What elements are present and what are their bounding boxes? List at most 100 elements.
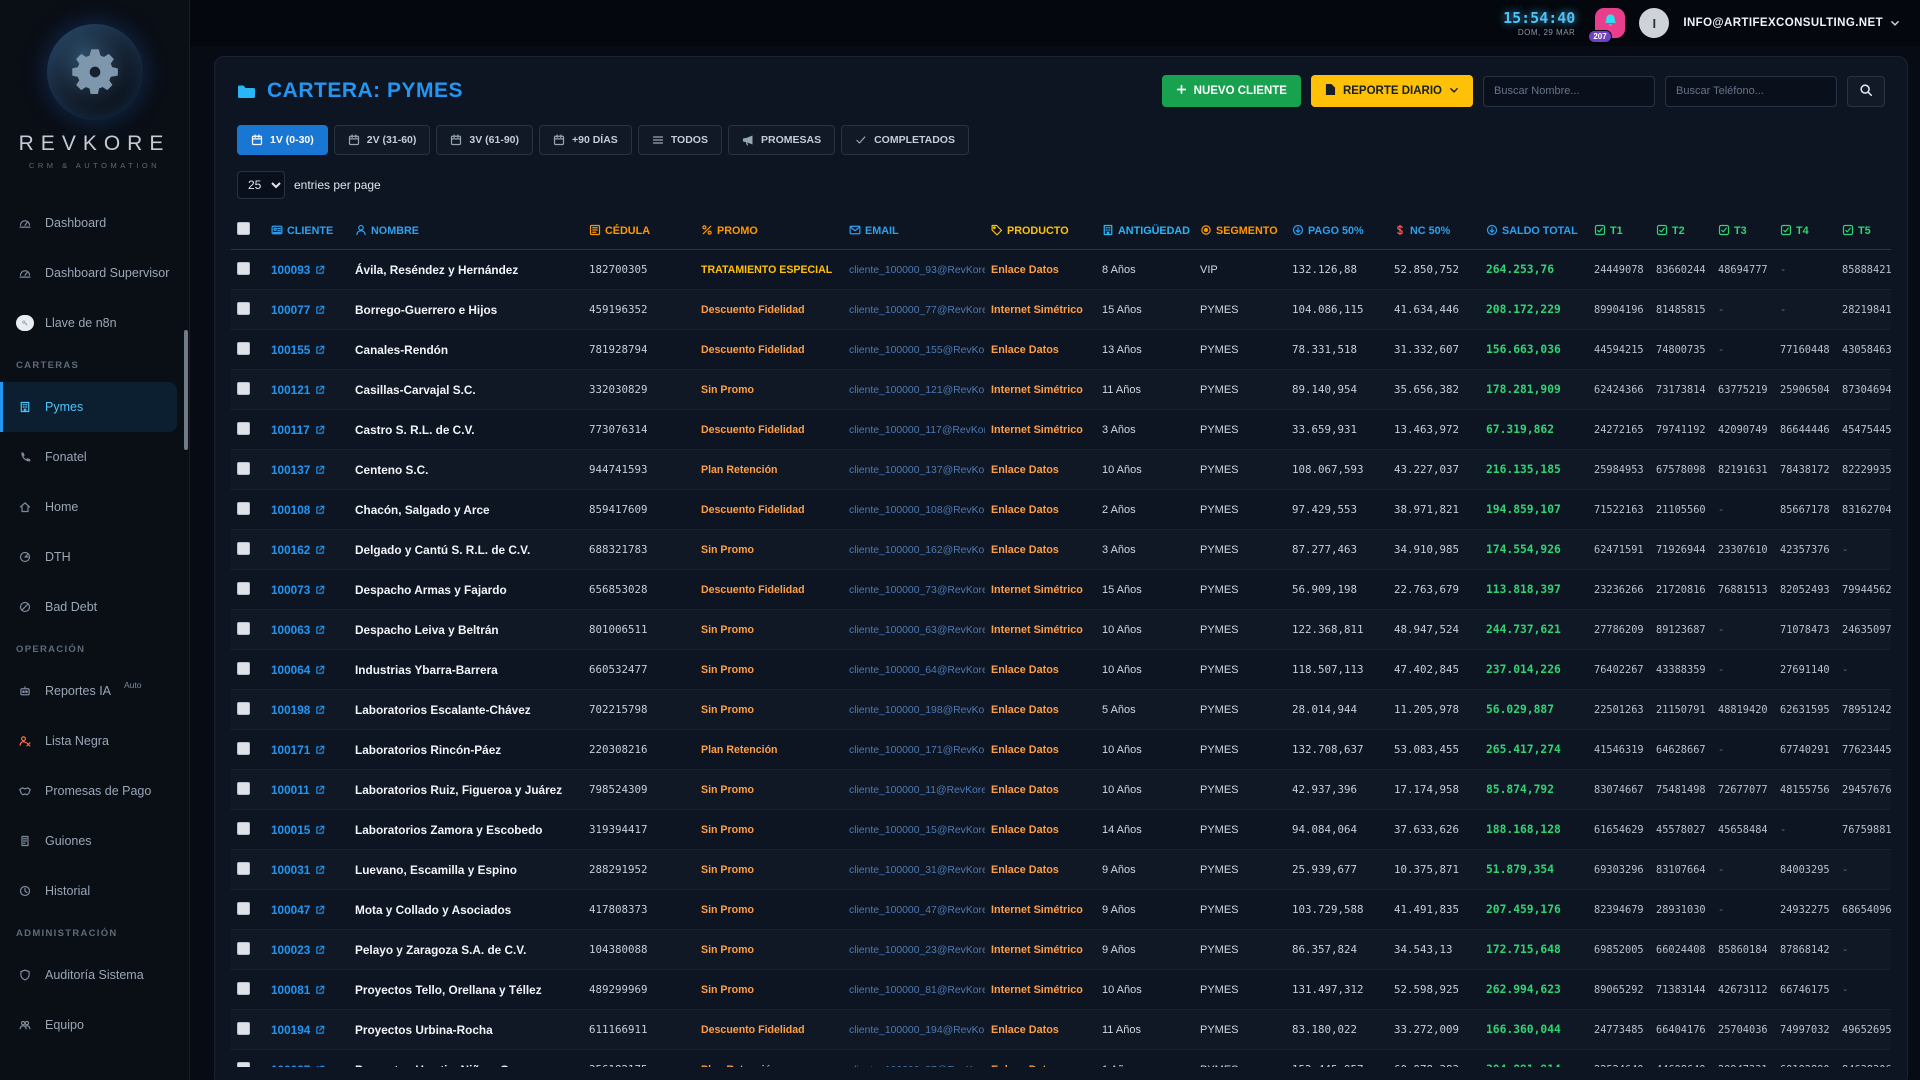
sidebar-item-lista-negra[interactable]: Lista Negra xyxy=(0,716,189,766)
table-row[interactable]: 100011 Laboratorios Ruiz, Figueroa y Juá… xyxy=(231,770,1891,810)
client-id-link[interactable]: 100087 xyxy=(271,1063,343,1068)
client-email-link[interactable]: cliente_100000_64@RevKore... xyxy=(849,665,985,676)
client-email-link[interactable]: cliente_100000_194@RevKor... xyxy=(849,1025,985,1036)
table-row[interactable]: 100077 Borrego-Guerrero e Hijos 45919635… xyxy=(231,290,1891,330)
sidebar-scrollbar[interactable] xyxy=(184,330,188,450)
client-email-link[interactable]: cliente_100000_77@RevKore... xyxy=(849,305,985,316)
client-id-link[interactable]: 100194 xyxy=(271,1023,343,1037)
table-row[interactable]: 100108 Chacón, Salgado y Arce 859417609 … xyxy=(231,490,1891,530)
tab-3v-61-90-[interactable]: 3V (61-90) xyxy=(436,125,533,155)
row-checkbox[interactable] xyxy=(237,822,250,835)
sidebar-item-pymes[interactable]: Pymes xyxy=(0,382,177,432)
row-checkbox[interactable] xyxy=(237,742,250,755)
tab-1v-0-30-[interactable]: 1V (0-30) xyxy=(237,125,328,155)
sidebar-item-promesas-de-pago[interactable]: Promesas de Pago xyxy=(0,766,189,816)
client-id-link[interactable]: 100011 xyxy=(271,783,343,797)
client-email-link[interactable]: cliente_100000_121@RevKor... xyxy=(849,385,985,396)
client-id-link[interactable]: 100093 xyxy=(271,263,343,277)
client-email-link[interactable]: cliente_100000_47@RevKore... xyxy=(849,905,985,916)
row-checkbox[interactable] xyxy=(237,622,250,635)
tab-promesas[interactable]: PROMESAS xyxy=(728,125,835,155)
client-email-link[interactable]: cliente_100000_108@RevKor... xyxy=(849,505,985,516)
tab-2v-31-60-[interactable]: 2V (31-60) xyxy=(334,125,431,155)
client-email-link[interactable]: cliente_100000_162@RevKor... xyxy=(849,545,985,556)
client-email-link[interactable]: cliente_100000_198@RevKor... xyxy=(849,705,985,716)
client-email-link[interactable]: cliente_100000_137@RevKor... xyxy=(849,465,985,476)
tab--90-d-as[interactable]: +90 DÍAS xyxy=(539,125,632,155)
client-email-link[interactable]: cliente_100000_171@RevKor... xyxy=(849,745,985,756)
table-row[interactable]: 100073 Despacho Armas y Fajardo 65685302… xyxy=(231,570,1891,610)
table-row[interactable]: 100031 Luevano, Escamilla y Espino 28829… xyxy=(231,850,1891,890)
table-row[interactable]: 100063 Despacho Leiva y Beltrán 80100651… xyxy=(231,610,1891,650)
tab-todos[interactable]: TODOS xyxy=(638,125,722,155)
row-checkbox[interactable] xyxy=(237,502,250,515)
sidebar-item-bad-debt[interactable]: Bad Debt xyxy=(0,582,189,632)
client-email-link[interactable]: cliente_100000_15@RevKore... xyxy=(849,825,985,836)
table-row[interactable]: 100023 Pelayo y Zaragoza S.A. de C.V. 10… xyxy=(231,930,1891,970)
column-header-antiguedad[interactable]: ANTIGÜEDAD xyxy=(1096,211,1194,250)
client-id-link[interactable]: 100081 xyxy=(271,983,343,997)
table-row[interactable]: 100121 Casillas-Carvajal S.C. 332030829 … xyxy=(231,370,1891,410)
client-email-link[interactable]: cliente_100000_73@RevKore... xyxy=(849,585,985,596)
sidebar-item-fonatel[interactable]: Fonatel xyxy=(0,432,189,482)
table-row[interactable]: 100162 Delgado y Cantú S. R.L. de C.V. 6… xyxy=(231,530,1891,570)
column-header-t4[interactable]: T4 xyxy=(1774,211,1836,250)
row-checkbox[interactable] xyxy=(237,342,250,355)
sidebar-item-auditor-a-sistema[interactable]: Auditoría Sistema xyxy=(0,950,189,1000)
table-row[interactable]: 100081 Proyectos Tello, Orellana y Télle… xyxy=(231,970,1891,1010)
row-checkbox[interactable] xyxy=(237,422,250,435)
column-header-email[interactable]: EMAIL xyxy=(843,211,985,250)
column-header-nombre[interactable]: NOMBRE xyxy=(349,211,583,250)
column-header-nc[interactable]: NC 50% xyxy=(1388,211,1480,250)
client-id-link[interactable]: 100031 xyxy=(271,863,343,877)
table-row[interactable]: 100194 Proyectos Urbina-Rocha 611166911 … xyxy=(231,1010,1891,1050)
client-id-link[interactable]: 100015 xyxy=(271,823,343,837)
client-id-link[interactable]: 100073 xyxy=(271,583,343,597)
user-avatar[interactable]: I xyxy=(1639,8,1669,38)
search-button[interactable] xyxy=(1847,76,1885,107)
table-row[interactable]: 100093 Ávila, Reséndez y Hernández 18270… xyxy=(231,250,1891,290)
client-email-link[interactable]: cliente_100000_63@RevKore... xyxy=(849,625,985,636)
table-row[interactable]: 100117 Castro S. R.L. de C.V. 773076314 … xyxy=(231,410,1891,450)
client-id-link[interactable]: 100162 xyxy=(271,543,343,557)
select-all-checkbox[interactable] xyxy=(237,222,250,235)
client-email-link[interactable]: cliente_100000_87@RevKore... xyxy=(849,1065,985,1068)
column-header-cedula[interactable]: CÉDULA xyxy=(583,211,695,250)
column-header-t2[interactable]: T2 xyxy=(1650,211,1712,250)
client-email-link[interactable]: cliente_100000_155@RevKor... xyxy=(849,345,985,356)
column-header-t5[interactable]: T5 xyxy=(1836,211,1891,250)
table-row[interactable]: 100155 Canales-Rendón 781928794 Descuent… xyxy=(231,330,1891,370)
row-checkbox[interactable] xyxy=(237,982,250,995)
row-checkbox[interactable] xyxy=(237,902,250,915)
sidebar-item-equipo[interactable]: Equipo xyxy=(0,1000,189,1050)
table-row[interactable]: 100171 Laboratorios Rincón-Páez 22030821… xyxy=(231,730,1891,770)
column-header-producto[interactable]: PRODUCTO xyxy=(985,211,1096,250)
client-id-link[interactable]: 100047 xyxy=(271,903,343,917)
sidebar-item-dth[interactable]: DTH xyxy=(0,532,189,582)
row-checkbox[interactable] xyxy=(237,782,250,795)
client-email-link[interactable]: cliente_100000_31@RevKore... xyxy=(849,865,985,876)
sidebar-item-llave-de-n8n[interactable]: Llave de n8n xyxy=(0,298,189,348)
column-header-id[interactable]: CLIENTE xyxy=(265,211,349,250)
column-header-saldo[interactable]: SALDO TOTAL xyxy=(1480,211,1588,250)
client-id-link[interactable]: 100064 xyxy=(271,663,343,677)
table-row[interactable]: 100064 Industrias Ybarra-Barrera 6605324… xyxy=(231,650,1891,690)
sidebar-item-historial[interactable]: Historial xyxy=(0,866,189,916)
column-header-pago[interactable]: PAGO 50% xyxy=(1286,211,1388,250)
new-client-button[interactable]: NUEVO CLIENTE xyxy=(1162,75,1301,107)
sidebar-item-dashboard-supervisor[interactable]: Dashboard Supervisor xyxy=(0,248,189,298)
sidebar-item-home[interactable]: Home xyxy=(0,482,189,532)
client-id-link[interactable]: 100117 xyxy=(271,423,343,437)
column-header-t3[interactable]: T3 xyxy=(1712,211,1774,250)
row-checkbox[interactable] xyxy=(237,862,250,875)
notifications-button[interactable]: 207 xyxy=(1595,8,1625,38)
sidebar-item-dashboard[interactable]: Dashboard xyxy=(0,198,189,248)
client-email-link[interactable]: cliente_100000_11@RevKore... xyxy=(849,785,985,796)
account-menu[interactable]: INFO@ARTIFEXCONSULTING.NET xyxy=(1683,17,1900,29)
entries-select[interactable]: 25 xyxy=(237,171,285,199)
table-row[interactable]: 100047 Mota y Collado y Asociados 417808… xyxy=(231,890,1891,930)
row-checkbox[interactable] xyxy=(237,262,250,275)
table-row[interactable]: 100015 Laboratorios Zamora y Escobedo 31… xyxy=(231,810,1891,850)
row-checkbox[interactable] xyxy=(237,1062,250,1068)
row-checkbox[interactable] xyxy=(237,1022,250,1035)
